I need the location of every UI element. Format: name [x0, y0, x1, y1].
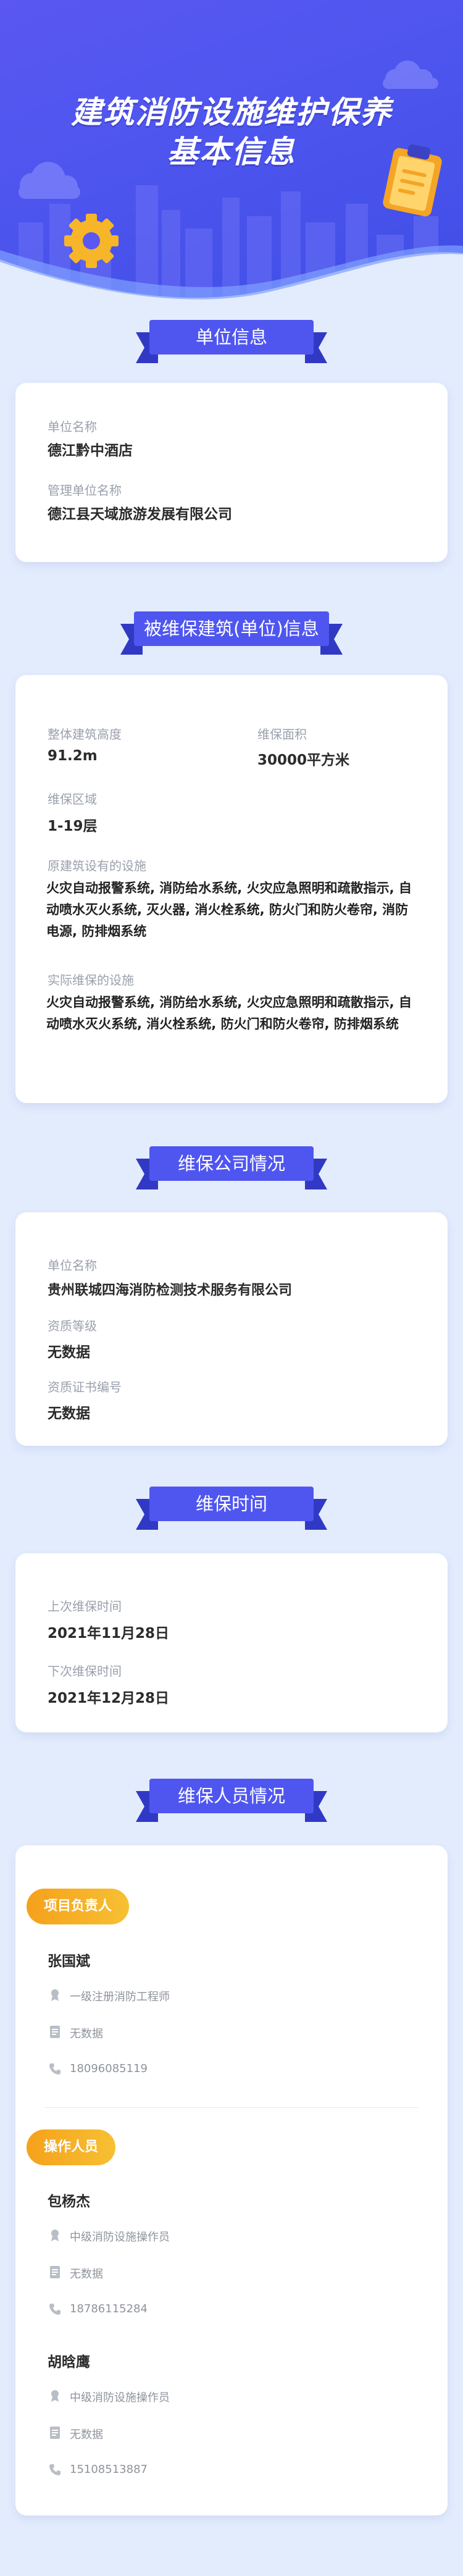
- title-line-2: 基本信息: [167, 134, 296, 170]
- actual-facilities-value: 火灾自动报警系统, 消防给水系统, 火灾应急照明和疏散指示, 自动喷水灭火系统,…: [46, 995, 412, 1031]
- leader-phone: 18096085119: [70, 2062, 148, 2075]
- operator-phone: 18786115284: [70, 2302, 148, 2315]
- card-company-info: 单位名称 贵州联城四海消防检测技术服务有限公司 资质等级 无数据 资质证书编号 …: [15, 1212, 448, 1446]
- section-badge-unit-info: 单位信息: [136, 314, 327, 367]
- card-unit-info: 单位名称 德江黔中酒店 管理单位名称 德江县天域旅游发展有限公司: [15, 383, 448, 562]
- operator-name: 胡晗鹰: [48, 2354, 90, 2370]
- medal-icon: [51, 2390, 59, 2402]
- operator-phone: 15108513887: [70, 2463, 148, 2476]
- area-value: 30000平方米: [257, 752, 350, 768]
- leader-name: 张国斌: [48, 1953, 90, 1970]
- phone-icon: [49, 2464, 60, 2475]
- divider: [45, 2107, 419, 2108]
- section-title: 维保人员情况: [177, 1785, 285, 1806]
- height-label: 整体建筑高度: [48, 727, 122, 742]
- manager-value: 德江县天域旅游发展有限公司: [48, 506, 232, 522]
- cert-number-label: 资质证书编号: [48, 1380, 122, 1395]
- next-maintenance-value: 2021年12月28日: [48, 1690, 170, 1706]
- section-title: 维保时间: [195, 1493, 267, 1514]
- document-icon: [50, 2427, 60, 2439]
- operator-cert: 中级消防设施操作员: [70, 2391, 170, 2404]
- grade-label: 资质等级: [48, 1319, 97, 1333]
- height-value: 91.2m: [48, 748, 98, 764]
- medal-icon: [51, 2230, 59, 2241]
- next-maintenance-label: 下次维保时间: [48, 1664, 122, 1679]
- document-icon: [50, 2026, 60, 2038]
- leader-doc: 无数据: [70, 2028, 103, 2041]
- last-maintenance-label: 上次维保时间: [48, 1599, 122, 1614]
- company-name-value: 贵州联城四海消防检测技术服务有限公司: [48, 1283, 293, 1298]
- operator-cert: 中级消防设施操作员: [70, 2231, 170, 2244]
- operator-tag: 操作人员: [27, 2129, 116, 2165]
- operator-doc: 无数据: [70, 2428, 103, 2441]
- actual-facilities-label: 实际维保的设施: [48, 973, 134, 988]
- cert-number-value: 无数据: [48, 1406, 90, 1422]
- grade-value: 无数据: [48, 1345, 90, 1361]
- card-maintenance-time: 上次维保时间 2021年11月28日 下次维保时间 2021年12月28日: [15, 1553, 448, 1732]
- last-maintenance-value: 2021年11月28日: [48, 1626, 170, 1642]
- company-name-label: 单位名称: [48, 1258, 97, 1273]
- title-line-1: 建筑消防设施维护保养: [71, 94, 392, 130]
- unit-name-value: 德江黔中酒店: [48, 443, 133, 459]
- document-icon: [50, 2266, 60, 2278]
- phone-icon: [49, 2063, 60, 2075]
- page-title: 建筑消防设施维护保养 基本信息: [0, 93, 463, 172]
- operator-doc: 无数据: [70, 2268, 103, 2281]
- phone-icon: [49, 2304, 60, 2315]
- operator-name: 包杨杰: [48, 2194, 90, 2210]
- section-badge-company-info: 维保公司情况: [136, 1140, 327, 1193]
- original-facilities-label: 原建筑设有的设施: [48, 858, 146, 873]
- section-title: 被维保建筑(单位)信息: [144, 618, 319, 639]
- unit-name-label: 单位名称: [48, 419, 97, 434]
- section-badge-building-info: 被维保建筑(单位)信息: [120, 605, 343, 658]
- card-personnel: 项目负责人 张国斌 一级注册消防工程师 无数据 18096085119 操作人员…: [15, 1845, 448, 2515]
- leader-cert: 一级注册消防工程师: [70, 1991, 170, 2003]
- leader-tag: 项目负责人: [27, 1889, 130, 1924]
- medal-icon: [51, 1989, 59, 2001]
- card-building-info: 整体建筑高度 91.2m 维保面积 30000平方米 维保区域 1-19层 原建…: [15, 675, 448, 1103]
- original-facilities-value: 火灾自动报警系统, 消防给水系统, 火灾应急照明和疏散指示, 自动喷水灭火系统,…: [46, 881, 412, 939]
- section-badge-maintenance-time: 维保时间: [136, 1480, 327, 1533]
- cloud-icon: [383, 61, 438, 89]
- section-title: 单位信息: [195, 327, 267, 348]
- section-badge-personnel: 维保人员情况: [136, 1773, 327, 1826]
- manager-label: 管理单位名称: [48, 483, 122, 498]
- scope-label: 维保区域: [48, 792, 97, 807]
- section-title: 维保公司情况: [177, 1153, 285, 1174]
- gear-icon: [64, 214, 119, 268]
- scope-value: 1-19层: [48, 818, 98, 834]
- area-label: 维保面积: [257, 727, 307, 742]
- hero-header: 建筑消防设施维护保养 基本信息: [0, 0, 463, 309]
